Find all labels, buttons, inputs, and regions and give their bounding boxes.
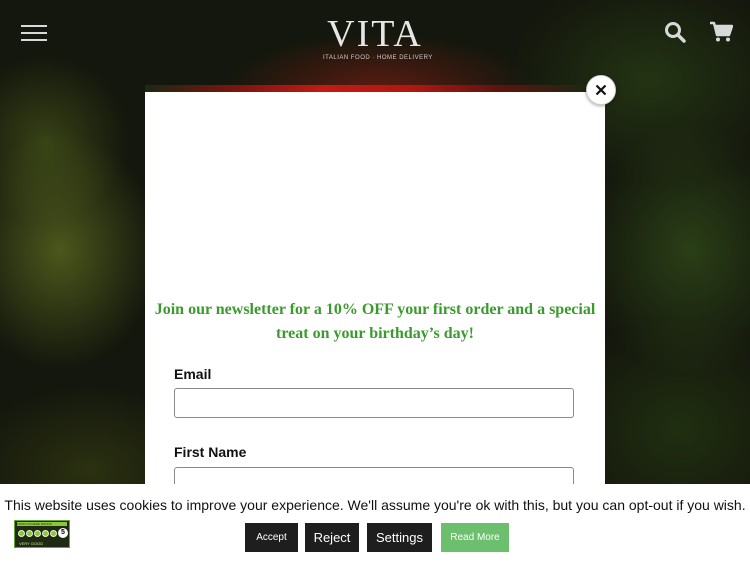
popup-headline: Join our newsletter for a 10% OFF your f… [154,301,596,342]
rating-circle-icon [50,530,57,537]
logo-text: VITA [327,13,423,55]
rating-circle-icon [18,530,25,537]
hygiene-badge-label: VERY GOOD [19,541,44,546]
email-label: Email [174,366,212,382]
hygiene-badge-title: FOOD HYGIENE RATING [17,522,67,526]
logo-subtext: ITALIAN FOOD · HOME DELIVERY [323,55,433,61]
cookie-consent-bar: This website uses cookies to improve you… [0,484,750,563]
first-name-label: First Name [174,444,247,460]
read-more-button[interactable]: Read More [441,523,509,552]
accept-cookies-button[interactable]: Accept [245,523,298,552]
reject-cookies-button[interactable]: Reject [305,523,359,552]
site-logo[interactable]: VITA ITALIAN FOOD · HOME DELIVERY [323,13,433,62]
food-hygiene-rating-badge[interactable]: FOOD HYGIENE RATING 5 VERY GOOD [14,520,70,548]
cookie-message: This website uses cookies to improve you… [4,497,746,513]
newsletter-popup: Join our newsletter for a 10% OFF your f… [145,92,605,512]
search-icon[interactable] [664,21,686,43]
rating-circle-icon [42,530,49,537]
hamburger-menu-icon[interactable] [21,25,47,43]
rating-circle-icon [26,530,33,537]
close-popup-button[interactable] [586,75,616,105]
cookie-settings-button[interactable]: Settings [367,523,432,552]
email-field[interactable] [174,388,574,418]
shopping-cart-icon[interactable] [709,21,733,43]
rating-circle-icon [34,530,41,537]
close-icon [595,84,607,96]
hygiene-score: 5 [58,528,68,538]
